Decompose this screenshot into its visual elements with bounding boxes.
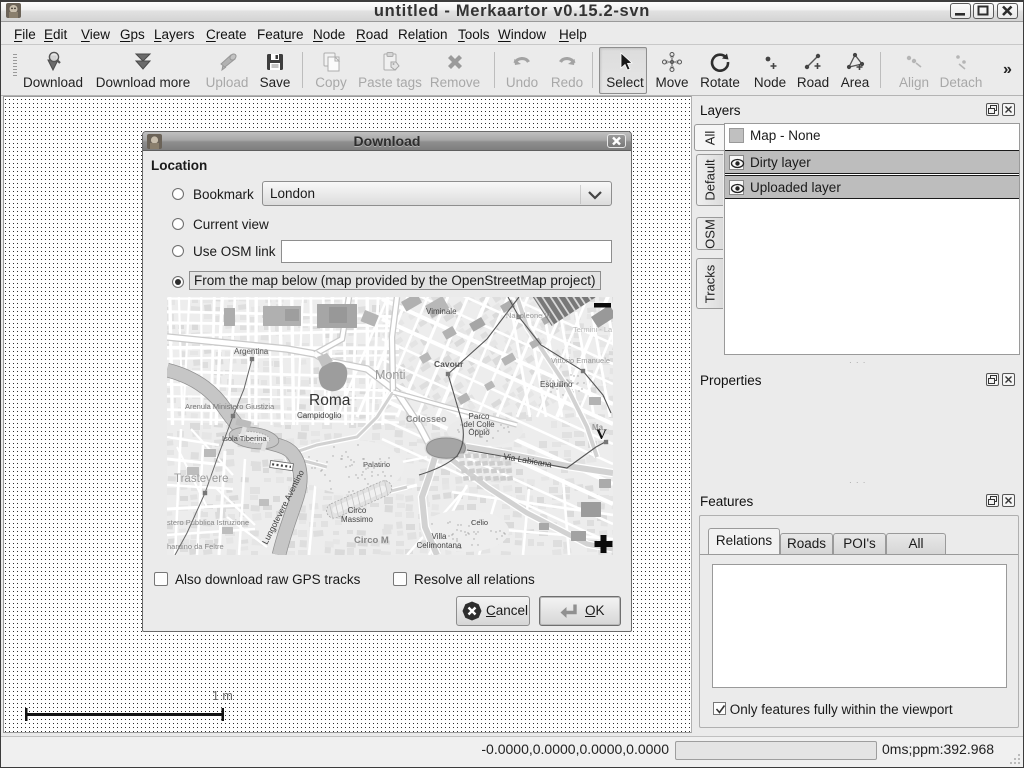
svg-text:1 m: 1 m: [212, 689, 233, 703]
svg-text:Termini - La: Termini - La: [573, 325, 613, 334]
svg-text:Monti: Monti: [375, 368, 406, 382]
svg-text:Palatino: Palatino: [363, 460, 390, 469]
svg-text:Circo M: Circo M: [354, 535, 389, 546]
svg-text:Trastevere: Trastevere: [174, 473, 229, 485]
svg-text:Arenula Ministero Giustizia: Arenula Ministero Giustizia: [185, 402, 275, 411]
svg-text:Colosseo: Colosseo: [406, 414, 447, 424]
svg-text:V: V: [596, 427, 607, 443]
svg-text:Roma: Roma: [309, 392, 351, 409]
svg-text:Isola Tiberina: Isola Tiberina: [222, 434, 267, 443]
svg-text:hardino da Feltre: hardino da Feltre: [167, 542, 224, 551]
svg-text:Villa: Villa: [432, 532, 448, 541]
svg-text:Celio: Celio: [471, 518, 488, 527]
svg-text:Cavour: Cavour: [434, 359, 464, 369]
svg-text:Campidoglio: Campidoglio: [297, 411, 342, 420]
svg-text:Argentina: Argentina: [234, 347, 269, 356]
svg-text:Napoleone III: Napoleone III: [506, 311, 551, 320]
svg-text:stero Pubblica Istruzione: stero Pubblica Istruzione: [167, 518, 249, 527]
svg-text:Vittorio Emanuele: Vittorio Emanuele: [551, 356, 610, 365]
svg-text:Celimontana: Celimontana: [417, 541, 462, 550]
svg-text:Circo: Circo: [348, 506, 367, 515]
svg-text:Viminale: Viminale: [426, 307, 457, 316]
svg-text:Oppio: Oppio: [468, 428, 490, 437]
svg-text:Massimo: Massimo: [341, 515, 374, 524]
svg-text:Esquilino: Esquilino: [540, 380, 573, 389]
